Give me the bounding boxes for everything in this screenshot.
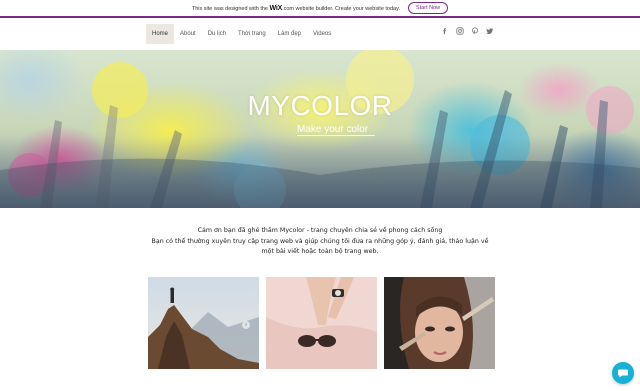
nav-item-videos[interactable]: Videos	[307, 24, 337, 44]
fashion-photo	[266, 277, 377, 369]
gallery-card-beauty[interactable]	[384, 277, 495, 369]
intro-line: Bạn có thể thường xuyên truy cập trang w…	[151, 237, 489, 245]
wix-logo: WiX	[269, 4, 283, 12]
gallery-card-travel[interactable]: ›	[148, 277, 259, 369]
wix-banner-text: This site was designed with the WiX.com …	[192, 5, 400, 12]
facebook-icon[interactable]	[440, 26, 449, 35]
intro-text: Cảm ơn bạn đã ghé thăm Mycolor - trang c…	[140, 226, 500, 258]
instagram-icon[interactable]	[455, 26, 464, 35]
nav-item-about[interactable]: About	[174, 24, 202, 44]
nav-item-du-lich[interactable]: Du lịch	[202, 24, 232, 44]
main-nav: Home About Du lịch Thời trang Làm đẹp Vi…	[146, 24, 337, 44]
twitter-icon[interactable]	[485, 26, 494, 35]
gallery-card-fashion[interactable]	[266, 277, 377, 369]
hero-banner: MYCOLOR Make your color	[0, 50, 640, 208]
wix-banner-text-before: This site was designed with the	[191, 5, 268, 12]
social-bar	[440, 26, 494, 35]
hero-subtitle-underline	[297, 135, 375, 136]
gallery: ›	[148, 277, 495, 369]
chat-bubble-icon	[618, 369, 628, 378]
makeup-photo	[384, 277, 495, 369]
chevron-right-icon[interactable]: ›	[242, 321, 250, 329]
start-now-button[interactable]: Start Now	[407, 2, 449, 14]
nav-item-lam-dep[interactable]: Làm đẹp	[272, 24, 307, 44]
hero-subtitle: Make your color	[297, 124, 369, 135]
wix-banner-text-after: .com website builder. Create your websit…	[282, 5, 400, 12]
nav-item-thoi-trang[interactable]: Thời trang	[232, 24, 272, 44]
intro-line: một bài viết hoặc toàn bộ trang web.	[261, 248, 379, 255]
pinterest-icon[interactable]	[470, 26, 479, 35]
wix-banner: This site was designed with the WiX.com …	[0, 0, 640, 18]
chat-button[interactable]	[612, 362, 634, 384]
site-header: Home About Du lịch Thời trang Làm đẹp Vi…	[0, 19, 640, 50]
intro-line: Cảm ơn bạn đã ghé thăm Mycolor - trang c…	[197, 227, 443, 234]
nav-item-home[interactable]: Home	[146, 24, 175, 44]
hero-title: MYCOLOR	[247, 90, 393, 121]
